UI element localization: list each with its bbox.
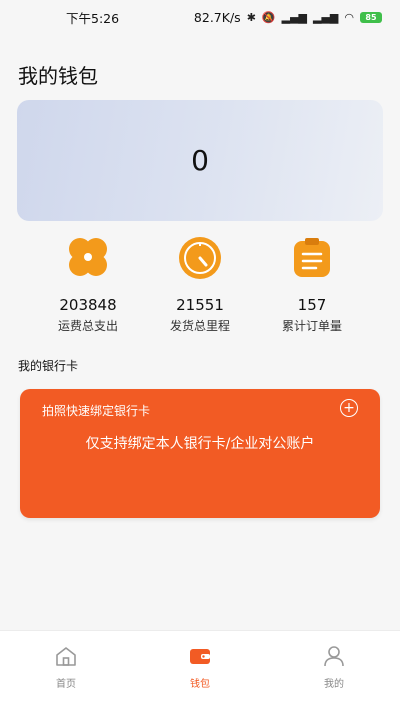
bluetooth-icon: ✱ — [246, 10, 256, 24]
signal-icon: ▂▄▆ — [281, 10, 307, 24]
stat-label: 累计订单量 — [281, 319, 342, 333]
tab-label: 钱包 — [190, 679, 210, 690]
stat-label: 运费总支出 — [57, 319, 118, 333]
bank-section-title: 我的银行卡 — [18, 359, 79, 373]
plus-icon: + — [343, 400, 355, 416]
clover-icon — [69, 238, 107, 276]
network-speed: 82.7K/s — [193, 9, 241, 25]
status-icons: 82.7K/s ✱ 🔕 ▂▄▆ ▂▄▆ ◠ 85 — [194, 10, 382, 25]
stat-value: 157 — [297, 296, 327, 314]
stat-label: 发货总里程 — [169, 319, 230, 333]
home-icon — [56, 647, 76, 666]
balance-value: 0 — [191, 144, 209, 177]
battery-icon: 85 — [360, 11, 382, 23]
wifi-icon: ◠ — [344, 10, 354, 24]
stats-row: 203848 运费总支出 21551 发货总里程 157 累计订单量 — [0, 236, 400, 336]
bank-card-bind-panel[interactable]: 拍照快速绑定银行卡 + 仅支持绑定本人银行卡/企业对公账户 — [20, 389, 380, 518]
status-time: 下午5:26 — [66, 10, 120, 26]
user-icon — [324, 646, 344, 667]
tab-label: 首页 — [56, 679, 76, 690]
stat-order-count: 157 累计订单量 — [252, 236, 372, 334]
clipboard-icon — [294, 238, 330, 277]
mute-icon: 🔕 — [261, 10, 276, 24]
signal-icon-2: ▂▄▆ — [313, 10, 339, 24]
timer-icon — [179, 237, 221, 279]
tab-wallet[interactable]: 钱包 — [160, 645, 240, 690]
photo-bind-link[interactable]: 拍照快速绑定银行卡 — [42, 402, 150, 419]
stat-value: 203848 — [59, 296, 117, 314]
stat-value: 21551 — [176, 296, 224, 314]
bottom-tab-bar: 首页 钱包 我的 — [0, 630, 400, 711]
add-card-button[interactable]: + — [340, 399, 358, 417]
page-title: 我的钱包 — [18, 64, 98, 88]
wallet-icon — [190, 649, 210, 664]
balance-card: 0 — [17, 100, 383, 221]
stat-freight-expense: 203848 运费总支出 — [28, 236, 148, 334]
status-bar: 下午5:26 82.7K/s ✱ 🔕 ▂▄▆ ▂▄▆ ◠ 85 — [0, 0, 400, 34]
tab-label: 我的 — [324, 679, 344, 690]
bank-card-notice: 仅支持绑定本人银行卡/企业对公账户 — [85, 436, 315, 452]
stat-mileage: 21551 发货总里程 — [140, 236, 260, 334]
tab-mine[interactable]: 我的 — [294, 645, 374, 690]
tab-home[interactable]: 首页 — [26, 645, 106, 690]
